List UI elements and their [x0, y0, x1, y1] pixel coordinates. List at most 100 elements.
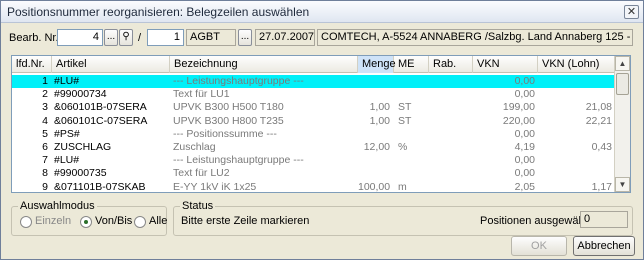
cell-me: ST [398, 114, 412, 127]
col-header-bezeichnung[interactable]: Bezeichnung [170, 56, 358, 73]
cell-rab [432, 75, 470, 88]
cell-lohn [538, 88, 612, 101]
cell-bez: Text für LU2 [173, 167, 230, 180]
cell-artikel: &071101B-07SKAB [54, 180, 146, 193]
cell-nr: 2 [42, 88, 48, 101]
cell-artikel: #99000735 [54, 167, 107, 180]
cell-bez: Zuschlag [173, 141, 216, 153]
cell-rab [432, 115, 470, 128]
radio-einzeln[interactable] [20, 216, 32, 228]
cell-lohn [538, 154, 612, 167]
close-icon[interactable]: ✕ [624, 5, 639, 19]
status-title: Status [180, 200, 216, 212]
cell-menge [358, 154, 390, 167]
cell-artikel: #PS# [54, 127, 80, 140]
cell-vkn: 0,00 [514, 127, 535, 140]
table-row[interactable]: 8 #99000735 Text für LU2 0,00 [12, 167, 616, 180]
table-row[interactable]: 9 &071101B-07SKAB E-YY 1kV iK 1x25 100,00 m 2… [12, 180, 616, 193]
cell-menge [358, 75, 390, 88]
cell-bez: UPVK B300 H800 T235 [173, 114, 284, 127]
table-row[interactable]: 7 #LU# --- Leistungshauptgruppe --- 0,00 [12, 154, 616, 167]
cell-lohn: 22,21 [585, 114, 612, 127]
scroll-thumb[interactable] [616, 73, 629, 95]
cell-rab [432, 101, 470, 114]
col-header-vkn[interactable]: VKN [473, 56, 538, 73]
type-field: AGBT [186, 29, 236, 46]
bearb-nr-label: Bearb. Nr.: [9, 32, 62, 44]
scroll-up-icon[interactable]: ▲ [615, 56, 630, 71]
vertical-scrollbar[interactable]: ▲ ▼ [614, 56, 630, 192]
cell-nr: 9 [42, 180, 48, 193]
cell-lohn [538, 75, 612, 88]
ok-button[interactable]: OK [511, 236, 567, 256]
cell-lohn: 1,17 [591, 180, 612, 193]
customer-field: COMTECH, A-5524 ANNABERG /Salzbg. Land A… [317, 29, 633, 46]
cell-vkn: 4,19 [514, 141, 535, 153]
cell-artikel: &060101C-07SERA [54, 114, 148, 127]
cell-vkn: 0,00 [514, 75, 535, 87]
cell-menge [358, 128, 390, 141]
col-header-me[interactable]: ME [394, 56, 429, 73]
selection-mode-group: Auswahlmodus Einzeln Von/Bis Alle [11, 200, 168, 236]
radio-alle[interactable] [134, 216, 146, 228]
cell-vkn: 220,00 [502, 114, 535, 127]
status-text: Bitte erste Zeile markieren [181, 215, 310, 227]
cell-rab [432, 154, 470, 167]
cell-artikel: #LU# [54, 75, 80, 87]
cell-me: m [398, 180, 407, 193]
cell-bez: --- Leistungshauptgruppe --- [173, 154, 304, 167]
cell-bez: E-YY 1kV iK 1x25 [173, 180, 257, 193]
search-icon[interactable]: ⚲ [119, 29, 133, 46]
cell-vkn: 0,00 [514, 88, 535, 101]
cell-lohn [538, 128, 612, 141]
cell-nr: 7 [42, 154, 48, 167]
col-header-artikel[interactable]: Artikel [52, 56, 170, 73]
sub-nr-field[interactable]: 1 [147, 29, 184, 46]
col-header-rab[interactable]: Rab. [429, 56, 473, 73]
selected-count-label: Positionen ausgewählt: [480, 215, 594, 227]
table-row[interactable]: 4 &060101C-07SERA UPVK B300 H800 T235 1,00 S… [12, 115, 616, 128]
table-row[interactable]: 1 #LU# --- Leistungshauptgruppe --- 0,00 [12, 75, 616, 88]
bearb-nr-field[interactable]: 4 [57, 29, 103, 46]
cell-me: % [398, 141, 408, 153]
radio-alle-label: Alle [149, 215, 168, 227]
cell-lohn: 21,08 [585, 101, 612, 114]
cell-rab [432, 141, 470, 154]
scroll-down-icon[interactable]: ▼ [615, 177, 630, 192]
cell-me [398, 128, 428, 141]
col-header-menge[interactable]: Menge [358, 56, 396, 73]
table-row[interactable]: 5 #PS# --- Positionssumme --- 0,00 [12, 128, 616, 141]
cell-me [398, 88, 428, 101]
cell-bez: UPVK B300 H500 T180 [173, 101, 284, 114]
type-dots-button[interactable]: ... [238, 29, 252, 46]
cell-artikel: &060101B-07SERA [54, 101, 147, 114]
cancel-button[interactable]: Abbrechen [573, 236, 635, 256]
radio-von-bis[interactable] [80, 216, 92, 228]
positions-table[interactable]: lfd.Nr. Artikel Bezeichnung Menge ME Rab… [11, 55, 631, 193]
window-title: Positionsnummer reorganisieren: Belegzei… [7, 5, 310, 19]
date-field: 27.07.2007 [255, 29, 315, 46]
col-header-nr[interactable]: lfd.Nr. [12, 56, 52, 73]
cell-nr: 3 [42, 101, 48, 114]
cell-nr: 1 [42, 75, 48, 87]
table-row[interactable]: 2 #99000734 Text für LU1 0,00 [12, 88, 616, 101]
table-row[interactable]: 3 &060101B-07SERA UPVK B300 H500 T180 1,00 S… [12, 101, 616, 114]
status-group: Status Bitte erste Zeile markieren Posit… [173, 200, 633, 236]
cell-me [398, 167, 428, 180]
cell-vkn: 0,00 [514, 154, 535, 167]
cell-nr: 5 [42, 127, 48, 140]
cell-artikel: #LU# [54, 154, 80, 167]
col-header-vkn-lohn[interactable]: VKN (Lohn) [538, 56, 615, 73]
cell-artikel: #99000734 [54, 88, 107, 101]
cell-rab [432, 88, 470, 101]
cell-vkn: 0,00 [514, 167, 535, 180]
table-row[interactable]: 6 ZUSCHLAG Zuschlag 12,00% 4,19 0,43 [12, 141, 616, 154]
cell-nr: 4 [42, 114, 48, 127]
bearb-nr-dots-button[interactable]: ... [104, 29, 118, 46]
cell-rab [432, 128, 470, 141]
title-bar: Positionsnummer reorganisieren: Belegzei… [1, 1, 643, 23]
cell-nr: 6 [42, 141, 48, 153]
cell-me [398, 154, 428, 167]
selection-mode-title: Auswahlmodus [18, 200, 97, 212]
cell-menge [358, 167, 390, 180]
